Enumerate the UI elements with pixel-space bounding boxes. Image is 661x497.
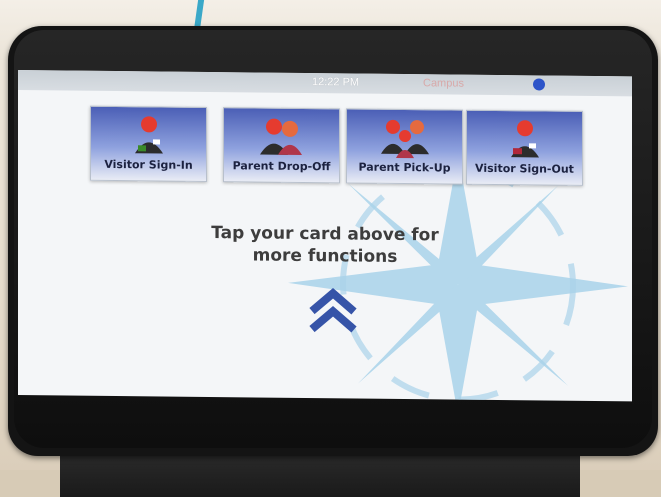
parent-pick-up-icon xyxy=(380,119,429,159)
visitor-sign-in-label: Visitor Sign-In xyxy=(104,157,193,172)
visitor-sign-out-label: Visitor Sign-Out xyxy=(475,161,574,176)
tablet-stand xyxy=(60,452,580,497)
person-icon[interactable] xyxy=(533,78,545,91)
instruction-message: Tap your card above for more functions xyxy=(18,220,632,270)
visitor-sign-out-icon xyxy=(510,120,539,158)
status-campus-label: Campus xyxy=(423,77,464,90)
visitor-sign-in-icon xyxy=(134,116,163,154)
kiosk-screen: 12:22 PM Campus Visitor Sign-In Parent D… xyxy=(18,70,632,402)
double-chevron-up-icon xyxy=(309,288,357,333)
parent-pick-up-label: Parent Pick-Up xyxy=(358,160,451,175)
parent-drop-off-button[interactable]: Parent Drop-Off xyxy=(223,107,340,184)
compass-watermark xyxy=(288,154,628,402)
visitor-sign-in-button[interactable]: Visitor Sign-In xyxy=(90,105,207,182)
parent-pick-up-button[interactable]: Parent Pick-Up xyxy=(346,108,463,185)
photo-background: 12:22 PM Campus Visitor Sign-In Parent D… xyxy=(0,0,661,497)
parent-drop-off-icon xyxy=(259,118,302,155)
parent-drop-off-label: Parent Drop-Off xyxy=(232,159,331,174)
clock: 12:22 PM xyxy=(312,76,360,89)
visitor-sign-out-button[interactable]: Visitor Sign-Out xyxy=(466,109,583,186)
